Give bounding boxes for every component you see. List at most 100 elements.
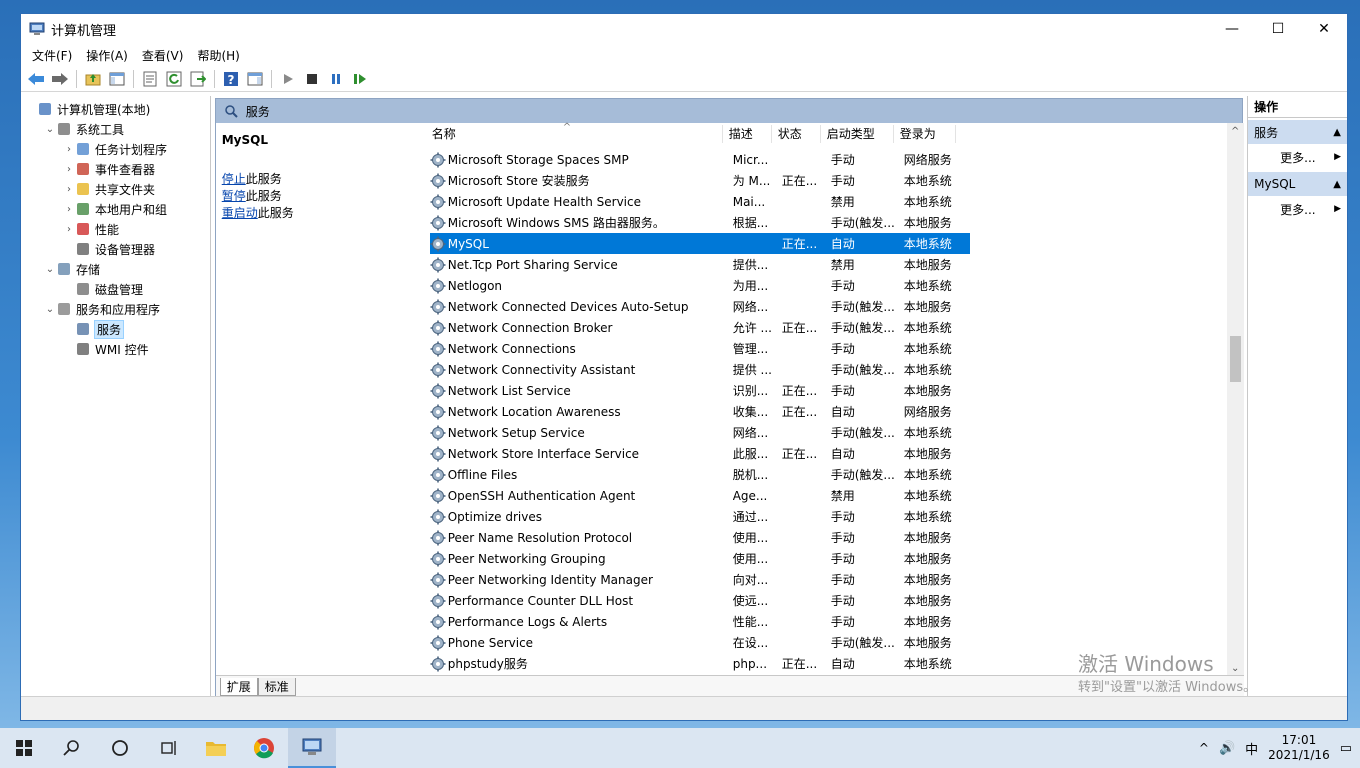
- up-level-button[interactable]: [82, 68, 104, 90]
- notification-icon[interactable]: ▭: [1340, 741, 1352, 756]
- minimize-button[interactable]: —: [1209, 14, 1255, 44]
- show-action-pane-button[interactable]: [244, 68, 266, 90]
- table-row[interactable]: Network Setup Service 网络... 手动(触发... 本地系统: [430, 422, 970, 443]
- table-row[interactable]: Optimize drives 通过... 手动 本地系统: [430, 506, 970, 527]
- properties-button[interactable]: [139, 68, 161, 90]
- pause-service-link[interactable]: 暂停: [222, 189, 246, 203]
- tab-standard[interactable]: 标准: [257, 677, 296, 696]
- tree-item[interactable]: ⌄ 存储: [21, 259, 210, 279]
- table-row[interactable]: Network Store Interface Service 此服... 正在..…: [430, 443, 970, 464]
- scroll-up-icon[interactable]: ^: [1227, 123, 1244, 140]
- export-list-button[interactable]: [187, 68, 209, 90]
- tree-item[interactable]: ⌄ 服务和应用程序: [21, 299, 210, 319]
- volume-icon[interactable]: 🔊: [1219, 741, 1235, 756]
- table-row[interactable]: phpstudy服务 php... 正在... 自动 本地系统: [430, 653, 970, 674]
- table-row[interactable]: Microsoft Update Health Service Mai... 禁用 本…: [430, 191, 970, 212]
- service-name: Performance Logs & Alerts: [447, 614, 608, 629]
- tree-item[interactable]: › 性能: [21, 219, 210, 239]
- collapse-arrow-icon[interactable]: ⌄: [44, 124, 56, 135]
- tree-item[interactable]: › 任务计划程序: [21, 139, 210, 159]
- actions-section-mysql[interactable]: MySQL ▲: [1248, 172, 1347, 196]
- service-description: 管理...: [732, 342, 769, 356]
- tree-item[interactable]: 计算机管理(本地): [21, 99, 210, 119]
- back-button[interactable]: [25, 68, 47, 90]
- maximize-button[interactable]: ☐: [1255, 14, 1301, 44]
- table-row[interactable]: Offline Files 脱机... 手动(触发... 本地系统: [430, 464, 970, 485]
- more-label: 更多...: [1280, 150, 1316, 165]
- column-header-startup-type[interactable]: 启动类型: [821, 125, 894, 143]
- tab-extended[interactable]: 扩展: [219, 677, 258, 696]
- collapse-arrow-icon[interactable]: ⌄: [44, 304, 56, 315]
- expand-arrow-icon[interactable]: ›: [63, 164, 75, 175]
- search-button[interactable]: [48, 728, 96, 768]
- pause-service-button[interactable]: [325, 68, 347, 90]
- table-row[interactable]: Network Connectivity Assistant 提供 ... 手动(触…: [430, 359, 970, 380]
- expand-arrow-icon[interactable]: ›: [63, 224, 75, 235]
- stop-service-button[interactable]: [301, 68, 323, 90]
- refresh-button[interactable]: [163, 68, 185, 90]
- table-row[interactable]: Network Connections 管理... 手动 本地系统: [430, 338, 970, 359]
- table-row[interactable]: Microsoft Storage Spaces SMP Micr... 手动 网络服…: [430, 149, 970, 170]
- stop-service-link[interactable]: 停止: [222, 172, 246, 186]
- help-button[interactable]: ?: [220, 68, 242, 90]
- tree-item[interactable]: › 事件查看器: [21, 159, 210, 179]
- collapse-arrow-icon[interactable]: ⌄: [44, 264, 56, 275]
- close-button[interactable]: ✕: [1301, 14, 1347, 44]
- expand-arrow-icon[interactable]: ›: [63, 204, 75, 215]
- table-row[interactable]: Peer Name Resolution Protocol 使用... 手动 本地服务: [430, 527, 970, 548]
- table-row[interactable]: Performance Counter DLL Host 使远... 手动 本地服务: [430, 590, 970, 611]
- tree-item[interactable]: › 共享文件夹: [21, 179, 210, 199]
- tree-item[interactable]: 磁盘管理: [21, 279, 210, 299]
- table-row[interactable]: Network Connection Broker 允许 ... 正在... 手动(触…: [430, 317, 970, 338]
- table-row[interactable]: Peer Networking Identity Manager 向对... 手动 本…: [430, 569, 970, 590]
- table-row[interactable]: Performance Logs & Alerts 性能... 手动 本地服务: [430, 611, 970, 632]
- menu-view[interactable]: 查看(V): [135, 47, 191, 64]
- actions-section-services[interactable]: 服务 ▲: [1248, 120, 1347, 144]
- table-row[interactable]: Microsoft Store 安装服务 为 M... 正在... 手动 本地系统: [430, 170, 970, 191]
- tree-item[interactable]: 设备管理器: [21, 239, 210, 259]
- cortana-button[interactable]: [96, 728, 144, 768]
- chrome-button[interactable]: [240, 728, 288, 768]
- tree-item[interactable]: ⌄ 系统工具: [21, 119, 210, 139]
- start-button[interactable]: [0, 728, 48, 768]
- file-explorer-button[interactable]: [192, 728, 240, 768]
- show-hide-tree-button[interactable]: [106, 68, 128, 90]
- menu-file[interactable]: 文件(F): [25, 47, 79, 64]
- scrollbar-thumb[interactable]: [1229, 336, 1241, 382]
- table-row[interactable]: Peer Networking Grouping 使用... 手动 本地服务: [430, 548, 970, 569]
- restart-service-button[interactable]: [349, 68, 371, 90]
- column-header-logon-as[interactable]: 登录为: [894, 125, 956, 143]
- column-header-description[interactable]: 描述: [723, 125, 772, 143]
- more-actions-services[interactable]: 更多... ▶: [1248, 144, 1347, 170]
- table-row[interactable]: Network Location Awareness 收集... 正在... 自动 网络…: [430, 401, 970, 422]
- tree-item[interactable]: › 本地用户和组: [21, 199, 210, 219]
- restart-service-link[interactable]: 重启动: [222, 206, 258, 220]
- menu-action[interactable]: 操作(A): [79, 47, 135, 64]
- table-row[interactable]: MySQL 正在... 自动 本地系统: [429, 233, 970, 254]
- tree-item[interactable]: 服务: [21, 319, 210, 339]
- more-actions-mysql[interactable]: 更多... ▶: [1248, 196, 1347, 222]
- computer-management-taskbar-button[interactable]: [288, 728, 336, 768]
- expand-arrow-icon[interactable]: ›: [63, 184, 75, 195]
- tree-item[interactable]: WMI 控件: [21, 339, 210, 359]
- clock[interactable]: 17:01 2021/1/16: [1268, 733, 1330, 763]
- column-header-name[interactable]: 名称 ^: [418, 122, 723, 143]
- table-row[interactable]: OpenSSH Authentication Agent Age... 禁用 本地系统: [430, 485, 970, 506]
- table-row[interactable]: Phone Service 在设... 手动(触发... 本地服务: [430, 632, 970, 653]
- table-row[interactable]: Network List Service 识别... 正在... 手动 本地服务: [430, 380, 970, 401]
- expand-arrow-icon[interactable]: ›: [63, 144, 75, 155]
- show-hidden-icons-icon[interactable]: ^: [1199, 741, 1209, 755]
- column-header-status[interactable]: 状态: [772, 125, 821, 143]
- menu-help[interactable]: 帮助(H): [190, 47, 246, 64]
- forward-button[interactable]: [49, 68, 71, 90]
- table-row[interactable]: Netlogon 为用... 手动 本地系统: [430, 275, 970, 296]
- start-service-button[interactable]: [277, 68, 299, 90]
- table-row[interactable]: Net.Tcp Port Sharing Service 提供... 禁用 本地服务: [430, 254, 970, 275]
- ime-indicator[interactable]: 中: [1245, 739, 1258, 758]
- table-row[interactable]: Microsoft Windows SMS 路由器服务。 根据... 手动(触发..…: [430, 212, 970, 233]
- task-view-button[interactable]: [144, 728, 192, 768]
- service-description: 提供...: [732, 258, 769, 272]
- service-startup-type-cell: 手动(触发...: [831, 298, 904, 315]
- table-row[interactable]: Network Connected Devices Auto-Setup 网络..…: [430, 296, 970, 317]
- vertical-scrollbar[interactable]: ^ ⌄: [1226, 123, 1244, 677]
